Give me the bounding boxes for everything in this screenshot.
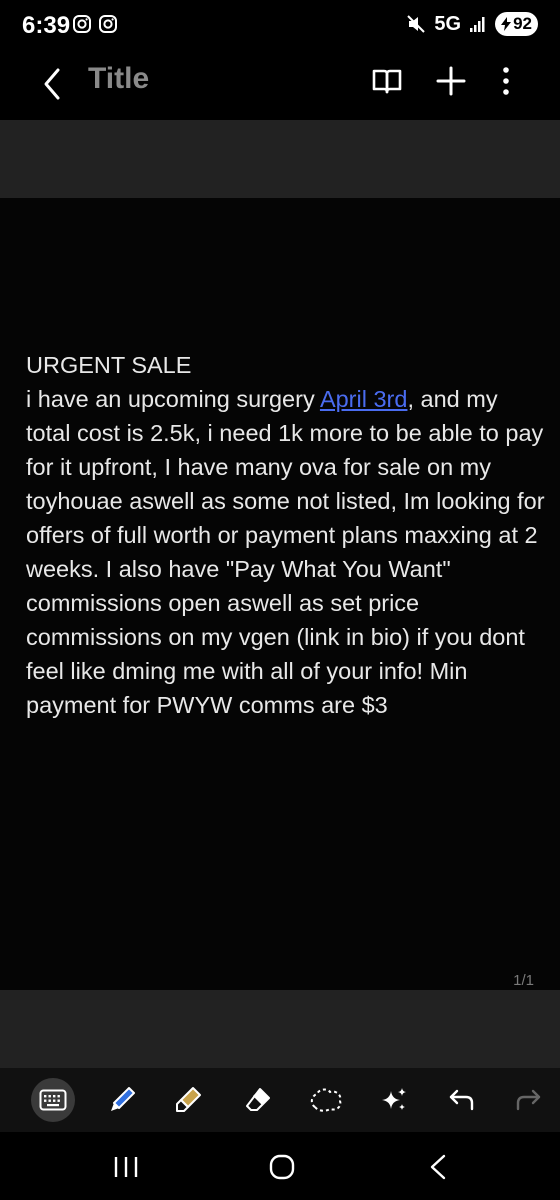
- drawing-toolbar: [0, 1068, 560, 1132]
- instagram-icon: [73, 15, 91, 33]
- pen-icon: [111, 1087, 135, 1111]
- note-title[interactable]: Title: [88, 62, 149, 96]
- signal-icon: [470, 17, 485, 32]
- status-notification-icons: [72, 14, 118, 34]
- undo-button[interactable]: [440, 1078, 484, 1122]
- instagram-icon: [99, 15, 117, 33]
- note-canvas[interactable]: URGENT SALE i have an upcoming surgery A…: [0, 198, 560, 990]
- status-time: 6:39: [22, 12, 71, 39]
- highlighter-tool-button[interactable]: [166, 1078, 210, 1122]
- redo-icon: [516, 1089, 541, 1111]
- status-system-icons: 5G 92: [406, 12, 538, 36]
- back-icon[interactable]: [418, 1150, 458, 1184]
- pen-tool-button[interactable]: [100, 1078, 144, 1122]
- back-icon[interactable]: [36, 64, 72, 104]
- undo-icon: [449, 1089, 474, 1111]
- ai-sparkle-icon: [382, 1088, 406, 1110]
- note-text-after-link: , and my total cost is 2.5k, i need 1k m…: [26, 386, 545, 718]
- charging-icon: [501, 17, 512, 31]
- note-text-before-link: i have an upcoming surgery: [26, 386, 320, 412]
- page-margin-bottom: [0, 990, 560, 1068]
- mute-icon: [407, 15, 426, 33]
- redo-button[interactable]: [506, 1078, 550, 1122]
- recent-apps-icon[interactable]: [106, 1150, 146, 1184]
- keyboard-tool-button[interactable]: [31, 1078, 75, 1122]
- page-indicator: 1/1: [513, 972, 534, 989]
- lasso-icon: [310, 1088, 342, 1112]
- ai-assist-button[interactable]: [372, 1078, 416, 1122]
- note-heading: URGENT SALE: [26, 352, 192, 378]
- lasso-tool-button[interactable]: [304, 1078, 348, 1122]
- note-paragraph: i have an upcoming surgery April 3rd, an…: [26, 382, 546, 722]
- eraser-tool-button[interactable]: [236, 1078, 280, 1122]
- page-margin-top: [0, 120, 560, 198]
- app-bar: Title: [0, 52, 560, 118]
- date-link[interactable]: April 3rd: [320, 386, 408, 412]
- eraser-icon: [246, 1088, 270, 1111]
- note-body[interactable]: URGENT SALE i have an upcoming surgery A…: [26, 348, 546, 722]
- add-icon[interactable]: [434, 64, 468, 98]
- system-nav-bar: [0, 1132, 560, 1200]
- keyboard-icon: [39, 1089, 67, 1111]
- highlighter-icon: [176, 1087, 201, 1112]
- home-icon[interactable]: [262, 1150, 302, 1184]
- more-options-icon[interactable]: [494, 64, 518, 98]
- status-bar: 6:39 5G 92: [0, 0, 560, 52]
- battery-level: 92: [513, 14, 532, 33]
- network-type: 5G: [434, 12, 462, 35]
- battery-indicator: 92: [495, 12, 538, 36]
- read-mode-icon[interactable]: [370, 64, 404, 98]
